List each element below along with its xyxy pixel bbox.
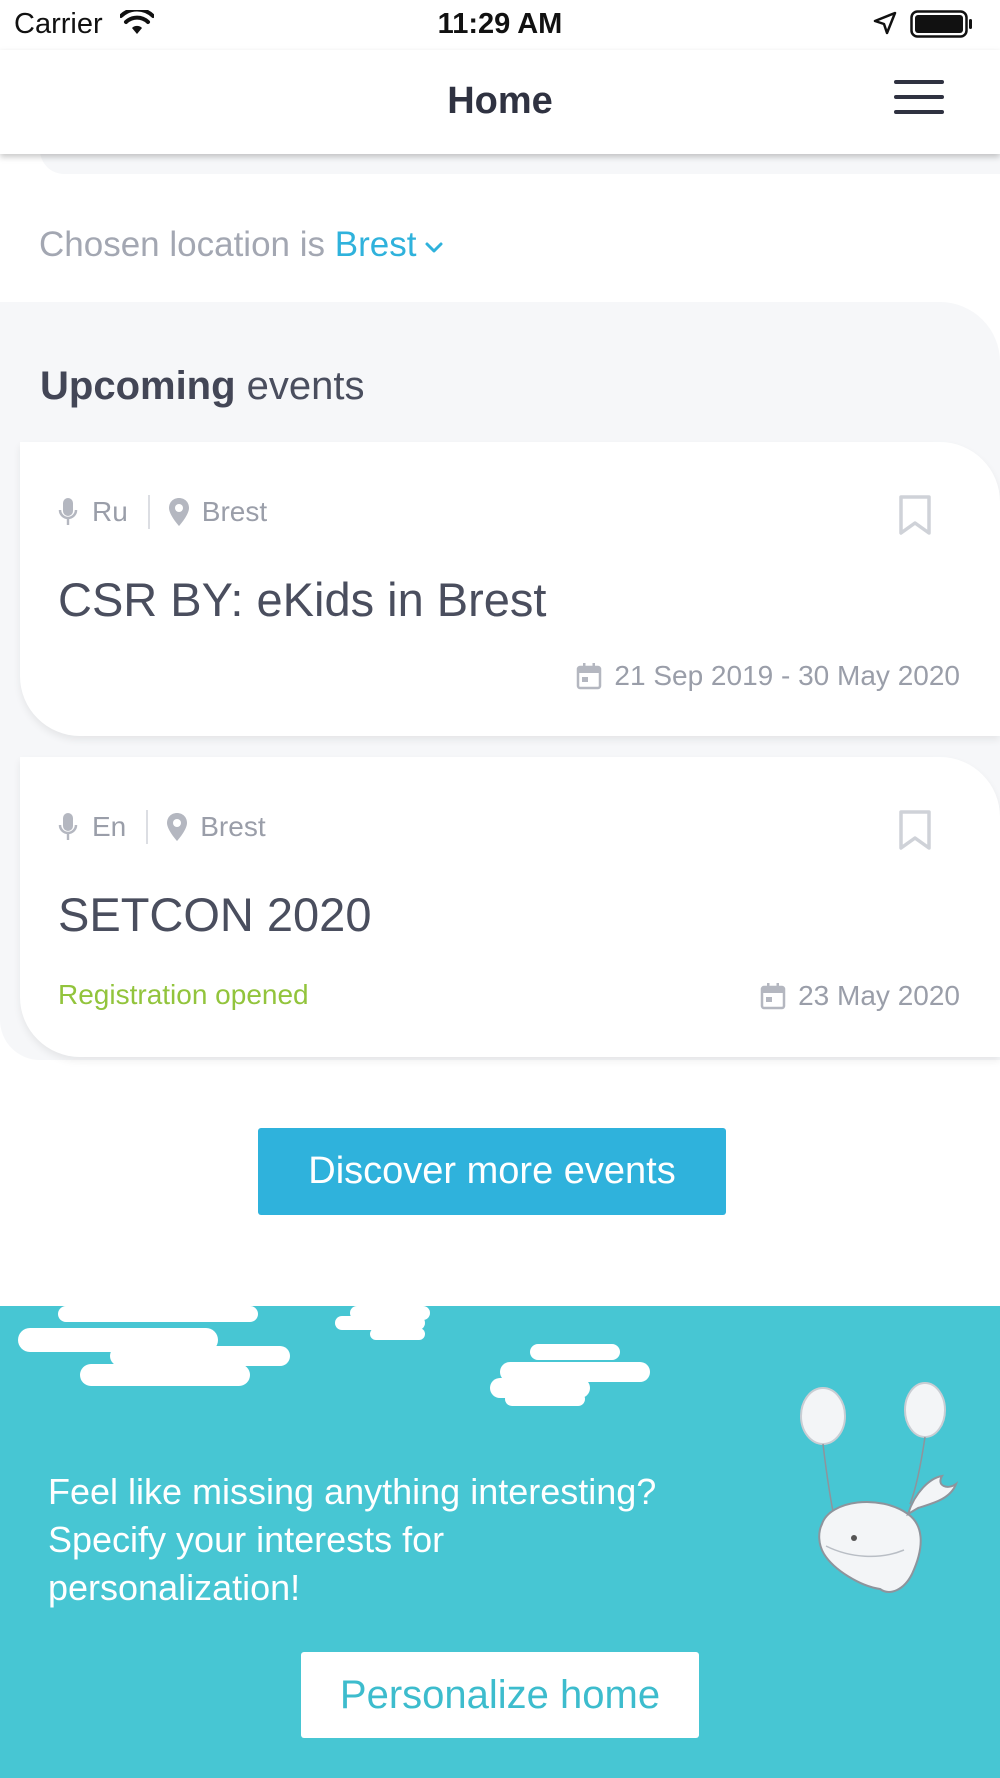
map-pin-icon — [167, 813, 188, 841]
event-card[interactable]: En Brest SETCON 2020 Registration opened… — [20, 757, 1000, 1057]
meta-divider — [146, 810, 149, 844]
section-title: Upcoming events — [40, 364, 365, 409]
event-date-text: 23 May 2020 — [798, 980, 960, 1011]
map-pin-icon — [168, 498, 189, 526]
location-city[interactable]: Brest — [335, 225, 417, 264]
event-city: Brest — [201, 496, 268, 527]
registration-status: Registration opened — [58, 979, 309, 1010]
event-date: 23 May 2020 — [760, 980, 960, 1012]
calendar-icon — [577, 663, 602, 690]
microphone-icon — [58, 813, 78, 840]
location-selector[interactable]: Chosen location is Brest — [39, 225, 444, 265]
navigation-bar: Home — [0, 50, 1000, 154]
event-meta: Ru Brest — [58, 494, 267, 530]
clouds-decoration — [18, 1306, 650, 1406]
section-title-bold: Upcoming — [40, 364, 236, 408]
chevron-down-icon[interactable] — [424, 240, 444, 254]
section-title-rest: events — [235, 364, 365, 408]
microphone-icon — [58, 498, 78, 525]
menu-icon[interactable] — [894, 80, 944, 120]
whale-balloons-illustration — [800, 1382, 959, 1593]
upcoming-events-section: Upcoming events Ru Brest CSR BY: eKids i… — [0, 302, 1000, 1060]
event-language: Ru — [92, 496, 128, 527]
discover-more-events-button[interactable]: Discover more events — [258, 1128, 726, 1215]
event-language: En — [92, 811, 127, 842]
promo-text: Feel like missing anything interesting? … — [48, 1471, 657, 1608]
calendar-icon — [760, 983, 786, 1010]
event-date: 21 Sep 2019 - 30 May 2020 — [576, 660, 960, 692]
personalize-home-button[interactable]: Personalize home — [301, 1652, 699, 1738]
event-card[interactable]: Ru Brest CSR BY: eKids in Brest 21 Sep 2… — [20, 442, 1000, 736]
event-meta: En Brest — [58, 809, 266, 845]
bookmark-icon[interactable] — [898, 809, 932, 851]
personalization-banner: Feel like missing anything interesting? … — [0, 1306, 1000, 1778]
status-bar: Carrier 11:29 AM — [0, 0, 1000, 50]
event-date-text: 21 Sep 2019 - 30 May 2020 — [614, 660, 960, 691]
location-arrow-icon — [873, 11, 897, 35]
battery-icon — [910, 10, 972, 38]
status-time: 11:29 AM — [437, 8, 563, 40]
meta-divider — [147, 495, 150, 529]
event-city: Brest — [200, 811, 266, 842]
bookmark-icon[interactable] — [898, 494, 932, 536]
event-title[interactable]: SETCON 2020 — [58, 887, 371, 942]
location-prefix: Chosen location is — [39, 225, 335, 264]
event-title[interactable]: CSR BY: eKids in Brest — [58, 572, 546, 627]
page-title: Home — [447, 80, 553, 122]
